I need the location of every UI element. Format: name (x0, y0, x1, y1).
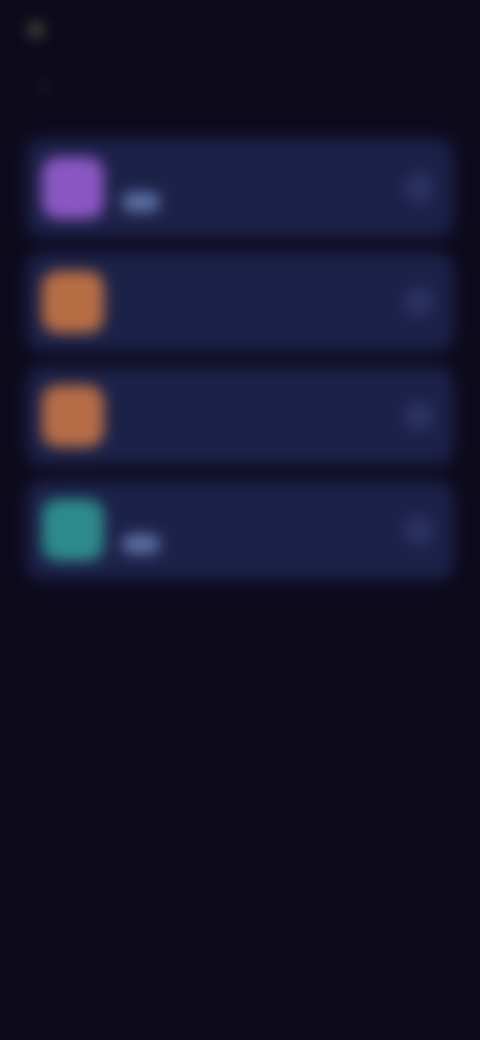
app-root: ‹ › › › › (0, 0, 480, 1040)
item-title (122, 395, 404, 413)
header: ‹ (0, 56, 480, 118)
item-avatar (42, 499, 104, 561)
chevron-right-icon[interactable]: › (404, 515, 434, 545)
footer-note (52, 616, 172, 636)
list-item[interactable]: › (28, 368, 452, 464)
chevron-right-icon[interactable]: › (404, 401, 434, 431)
list-item[interactable]: › (28, 254, 452, 350)
item-badge (122, 534, 160, 554)
item-meta (122, 423, 404, 437)
item-avatar (42, 385, 104, 447)
item-avatar (42, 271, 104, 333)
item-title (122, 281, 404, 299)
item-list: › › › › (28, 140, 452, 596)
chevron-right-icon[interactable]: › (404, 173, 434, 203)
status-icon (28, 22, 44, 38)
item-body (122, 506, 404, 554)
back-button[interactable]: ‹ (30, 74, 56, 100)
list-item[interactable]: › (28, 140, 452, 236)
item-meta (122, 534, 404, 554)
item-meta (122, 309, 404, 323)
list-item[interactable]: › (28, 482, 452, 578)
item-body (122, 164, 404, 212)
item-badge (122, 192, 160, 212)
item-body (122, 281, 404, 323)
item-title (122, 164, 404, 182)
chevron-right-icon[interactable]: › (404, 287, 434, 317)
item-body (122, 395, 404, 437)
item-meta (122, 192, 404, 212)
item-title (122, 506, 404, 524)
item-avatar (42, 157, 104, 219)
status-bar (28, 14, 128, 46)
